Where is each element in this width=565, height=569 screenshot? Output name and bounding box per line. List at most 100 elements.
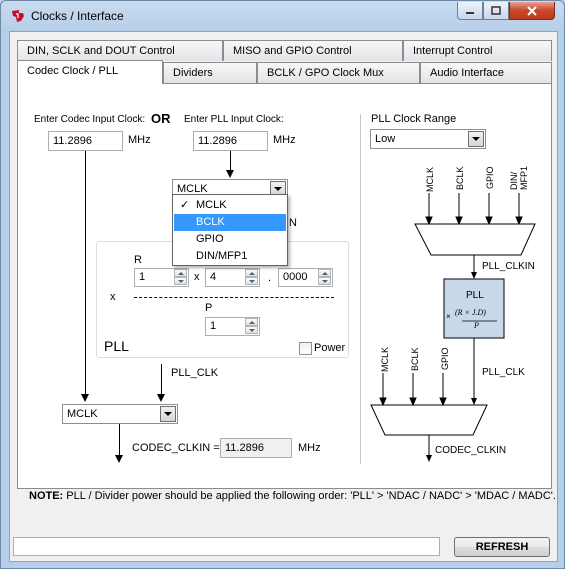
- spin-down-icon[interactable]: [318, 277, 331, 285]
- arrow-down-icon: [157, 394, 165, 402]
- diagram-gpio2-label: GPIO: [440, 347, 450, 370]
- dropdown-option-bclk[interactable]: BCLK: [174, 214, 286, 231]
- diagram-gpio-label: GPIO: [485, 166, 495, 189]
- pll-range-select[interactable]: Low: [370, 129, 486, 149]
- tab-din-sclk-dout[interactable]: DIN, SCLK and DOUT Control: [17, 40, 223, 61]
- spin-up-icon[interactable]: [318, 269, 331, 277]
- diagram-pll-formula-den: P: [474, 321, 479, 330]
- arrow-down-icon: [226, 170, 234, 178]
- diagram-pll-formula-x: ×: [446, 312, 451, 321]
- codec-input-field[interactable]: 11.2896: [48, 131, 123, 151]
- d-spinner[interactable]: 0000: [278, 268, 333, 287]
- option-label: GPIO: [196, 233, 224, 245]
- status-field[interactable]: [13, 537, 440, 556]
- pll-input-label: Enter PLL Input Clock:: [184, 114, 284, 125]
- dropdown-option-mclk[interactable]: ✓ MCLK: [174, 197, 286, 214]
- tab-label: Audio Interface: [430, 67, 504, 79]
- maximize-icon: [491, 6, 501, 15]
- refresh-button[interactable]: REFRESH: [454, 537, 550, 557]
- option-label: BCLK: [196, 216, 225, 228]
- p-spinner[interactable]: 1: [205, 317, 260, 336]
- minimize-button[interactable]: [457, 2, 483, 20]
- r-label: R: [134, 254, 142, 266]
- pll-clk-label: PLL_CLK: [171, 367, 219, 379]
- spin-up-icon[interactable]: [174, 269, 187, 277]
- fraction-line: [134, 297, 334, 298]
- diagram-pll-clkin-label: PLL_CLKIN: [482, 261, 535, 272]
- tab-label: Dividers: [173, 67, 213, 79]
- input-mux-shape: [414, 223, 536, 256]
- codec-source-select[interactable]: MCLK: [62, 404, 178, 424]
- maximize-button[interactable]: [483, 2, 509, 20]
- pll-clk-line: [161, 364, 162, 396]
- pll-range-value: Low: [375, 133, 396, 145]
- power-checkbox[interactable]: [299, 342, 312, 355]
- pll-source-dropdown[interactable]: ✓ MCLK BCLK GPIO DIN/MFP1: [172, 194, 288, 266]
- option-label: MCLK: [196, 199, 227, 211]
- codec-source-value: MCLK: [67, 408, 98, 420]
- spin-up-icon[interactable]: [245, 269, 258, 277]
- j-value: 4: [210, 271, 217, 283]
- spin-up-icon[interactable]: [245, 318, 258, 326]
- pll-input-field[interactable]: 11.2896: [193, 131, 268, 151]
- tab-dividers[interactable]: Dividers: [163, 62, 257, 83]
- x-label: x: [110, 291, 116, 303]
- codec-clkin-field[interactable]: 11.2896: [220, 438, 292, 458]
- minimize-icon: [466, 11, 474, 14]
- pll-input-unit: MHz: [273, 134, 296, 146]
- power-label: Power: [314, 342, 346, 354]
- diagram-bclk2-label: BCLK: [410, 347, 420, 371]
- spin-down-icon[interactable]: [245, 277, 258, 285]
- arrow-down-icon: [81, 394, 89, 402]
- diagram-bclk-label: BCLK: [455, 166, 465, 190]
- d-value: 0000: [283, 271, 308, 283]
- r-spinner[interactable]: 1: [134, 268, 189, 287]
- dropdown-option-din-mfp1[interactable]: DIN/MFP1: [174, 248, 286, 265]
- codec-clkin-label: CODEC_CLKIN =: [132, 442, 220, 454]
- diagram-din-mfp1-label: DIN/ MFP1: [509, 165, 529, 190]
- pll-range-label: PLL Clock Range: [371, 113, 457, 125]
- j-spinner[interactable]: 4: [205, 268, 260, 287]
- tab-label: Codec Clock / PLL: [27, 65, 119, 77]
- codec-clkin-line: [119, 424, 120, 456]
- p-value: 1: [210, 320, 217, 332]
- dropdown-option-gpio[interactable]: GPIO: [174, 231, 286, 248]
- tab-bclk-gpo-clock-mux[interactable]: BCLK / GPO Clock Mux: [257, 62, 420, 83]
- option-label: DIN/MFP1: [196, 250, 248, 262]
- or-label: OR: [151, 111, 171, 126]
- tab-label: BCLK / GPO Clock Mux: [267, 67, 384, 79]
- vertical-separator: [360, 114, 361, 464]
- tab-miso-gpio[interactable]: MISO and GPIO Control: [223, 40, 403, 61]
- r-value: 1: [139, 271, 146, 283]
- chevron-down-icon: [160, 406, 176, 422]
- diagram-mclk2-label: MCLK: [380, 346, 390, 372]
- ti-logo-icon: [12, 10, 24, 22]
- output-mux-shape: [370, 404, 488, 436]
- close-button[interactable]: [509, 2, 555, 20]
- tab-label: MISO and GPIO Control: [233, 45, 352, 57]
- dot-label: .: [268, 272, 272, 284]
- diagram-codec-clkin-label: CODEC_CLKIN: [435, 445, 507, 456]
- title-bar[interactable]: Clocks / Interface: [1, 1, 564, 31]
- tab-codec-clock-pll[interactable]: Codec Clock / PLL: [17, 60, 163, 84]
- close-icon: [527, 5, 537, 16]
- diagram-pll-title: PLL: [466, 290, 484, 301]
- diagram-mclk-label: MCLK: [425, 166, 435, 192]
- note-bold: NOTE:: [29, 490, 64, 502]
- tab-audio-interface[interactable]: Audio Interface: [420, 62, 552, 83]
- codec-input-label: Enter Codec Input Clock:: [34, 114, 146, 125]
- power-note: NOTE: PLL / Divider power should be appl…: [29, 490, 556, 502]
- codec-clkin-unit: MHz: [298, 442, 321, 454]
- times-label: x: [194, 271, 200, 283]
- p-label: P: [205, 302, 213, 314]
- arrow-down-icon: [115, 455, 123, 463]
- spin-down-icon[interactable]: [174, 277, 187, 285]
- codec-input-line: [85, 151, 86, 396]
- window-title: Clocks / Interface: [31, 9, 124, 23]
- pll-title: PLL: [104, 338, 129, 354]
- note-text: PLL / Divider power should be applied th…: [63, 490, 556, 502]
- tab-interrupt-control[interactable]: Interrupt Control: [403, 40, 552, 61]
- tab-label: DIN, SCLK and DOUT Control: [27, 45, 175, 57]
- spin-down-icon[interactable]: [245, 326, 258, 334]
- chevron-down-icon: [468, 131, 484, 147]
